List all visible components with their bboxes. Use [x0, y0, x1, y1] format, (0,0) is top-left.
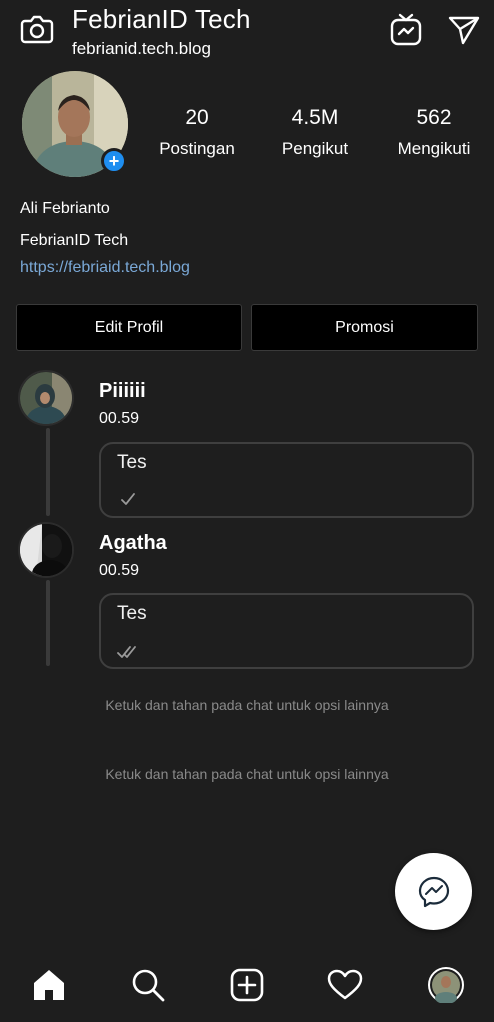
stat-followers-label: Pengikut [281, 139, 349, 158]
add-post-icon[interactable] [227, 965, 267, 1005]
chat-name[interactable]: Agatha [99, 532, 167, 555]
igtv-icon[interactable] [388, 12, 424, 48]
messenger-icon [417, 875, 451, 909]
thread-line [46, 580, 50, 666]
bottom-nav [0, 955, 494, 1022]
stat-followers[interactable]: 4.5M Pengikut [265, 106, 365, 159]
promote-button[interactable]: Promosi [251, 304, 478, 351]
search-icon[interactable] [128, 965, 168, 1005]
message-text: Tes [117, 603, 147, 624]
stat-posts-label: Postingan [159, 139, 235, 158]
edit-profile-button[interactable]: Edit Profil [16, 304, 242, 351]
home-icon[interactable] [29, 965, 69, 1005]
double-check-icon [117, 645, 141, 659]
bio-text: FebrianID Tech [20, 232, 129, 249]
check-icon [120, 492, 136, 506]
message-bubble[interactable]: Tes [99, 593, 474, 669]
bio-name: Ali Febrianto [20, 200, 110, 217]
stat-following-label: Mengikuti [397, 139, 471, 158]
stat-following[interactable]: 562 Mengikuti [384, 106, 484, 159]
stat-posts[interactable]: 20 Postingan [147, 106, 247, 159]
add-story-icon[interactable]: + [101, 148, 127, 174]
chat-avatar[interactable] [18, 370, 74, 426]
hint-text: Ketuk dan tahan pada chat untuk opsi lai… [105, 697, 389, 713]
heart-icon[interactable] [325, 965, 365, 1005]
chat-avatar[interactable] [18, 522, 74, 578]
message-text: Tes [117, 452, 147, 473]
hint-text: Ketuk dan tahan pada chat untuk opsi lai… [105, 766, 389, 782]
camera-icon[interactable] [18, 12, 56, 48]
thread-line [46, 428, 50, 516]
page-title: FebrianID Tech [72, 4, 251, 34]
chat-time: 00.59 [99, 410, 140, 427]
chat-time: 00.59 [99, 562, 140, 579]
chat-name[interactable]: Piiiiii [99, 380, 146, 403]
messenger-button[interactable] [395, 853, 472, 930]
stat-followers-value: 4.5M [291, 106, 339, 129]
message-bubble[interactable]: Tes [99, 442, 474, 518]
page-subtitle: febrianid.tech.blog [72, 39, 211, 58]
stat-posts-value: 20 [185, 106, 209, 129]
send-icon[interactable] [446, 12, 482, 48]
bio-link[interactable]: https://febriaid.tech.blog [20, 259, 190, 277]
profile-avatar[interactable] [426, 965, 466, 1005]
stat-following-value: 562 [416, 106, 452, 129]
